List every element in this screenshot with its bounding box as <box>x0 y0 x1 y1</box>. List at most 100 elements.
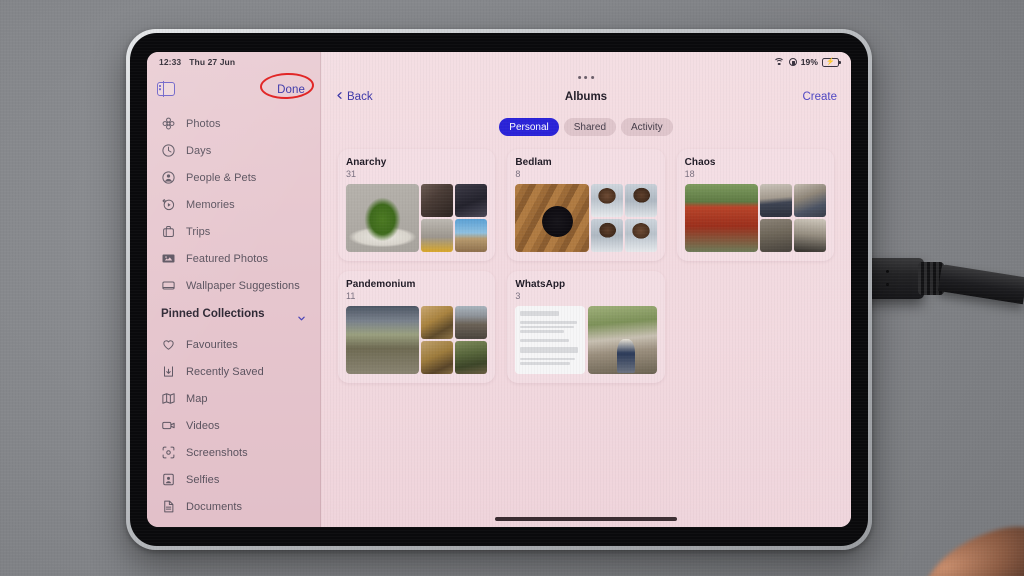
tab-personal[interactable]: Personal <box>499 118 559 136</box>
segmented-control: Personal Shared Activity <box>499 118 673 136</box>
sidebar-toolbar: Done <box>147 72 320 104</box>
album-thumb-main <box>684 184 759 252</box>
map-icon <box>161 391 176 406</box>
album-thumb <box>760 184 793 217</box>
sidebar-item-screenshots[interactable]: Screenshots <box>147 439 320 466</box>
wifi-icon <box>773 58 785 66</box>
page-title: Albums <box>564 91 608 103</box>
album-thumb-main <box>346 184 420 252</box>
album-thumb <box>794 219 826 252</box>
album-thumbnails <box>346 306 488 374</box>
album-count: 3 <box>515 291 521 301</box>
sidebar-item-label: Recently Saved <box>186 365 264 378</box>
finger <box>907 511 1024 576</box>
album-card-anarchy[interactable]: Anarchy 31 <box>338 149 496 261</box>
sidebar-item-label: Wallpaper Suggestions <box>186 279 300 292</box>
sliders-icon <box>161 526 176 527</box>
album-thumb-main <box>346 306 420 374</box>
album-thumbnails <box>346 184 488 252</box>
tablet-screen: 12:33 Thu 27 Jun 19% ⚡ Done Photos Days … <box>147 52 851 527</box>
album-thumb-side-grid <box>421 184 488 252</box>
album-thumb <box>587 306 657 374</box>
album-thumbnails <box>515 184 657 252</box>
album-card-bedlam[interactable]: Bedlam 8 <box>507 149 665 261</box>
sidebar-item-videos[interactable]: Videos <box>147 412 320 439</box>
status-time: 12:33 <box>159 57 182 67</box>
sidebar-item-recently-saved[interactable]: Recently Saved <box>147 358 320 385</box>
sidebar-item-photos[interactable]: Photos <box>147 110 320 137</box>
sidebar-item-people-pets[interactable]: People & Pets <box>147 164 320 191</box>
sidebar-item-label: Featured Photos <box>186 252 269 265</box>
album-count: 8 <box>515 169 521 179</box>
sidebar-item-days[interactable]: Days <box>147 137 320 164</box>
album-thumbnails <box>515 306 657 374</box>
sidebar-item-selfies[interactable]: Selfies <box>147 466 320 493</box>
sidebar-item-label: Videos <box>186 419 220 432</box>
clock-icon <box>161 143 176 158</box>
album-card-chaos[interactable]: Chaos 18 <box>676 149 834 261</box>
pinned-collections-header[interactable]: Pinned Collections <box>147 299 320 325</box>
sidebar-item-label: Memories <box>186 198 235 211</box>
album-thumb <box>421 306 454 339</box>
album-title: Pandemonium <box>346 279 416 290</box>
memories-play-icon <box>161 197 176 212</box>
album-thumb <box>455 341 488 374</box>
album-thumb <box>590 219 623 252</box>
sidebar-toggle-icon[interactable] <box>157 81 175 97</box>
sidebar-item-favourites[interactable]: Favourites <box>147 331 320 358</box>
home-indicator[interactable] <box>495 517 677 521</box>
back-label: Back <box>347 91 373 103</box>
chevron-left-icon <box>335 91 344 103</box>
heart-icon <box>161 337 176 352</box>
albums-grid: Anarchy 31 Bedlam 8 Chaos 18 Pandemonium… <box>321 136 851 383</box>
done-button[interactable]: Done <box>274 83 308 97</box>
person-circle-icon <box>161 170 176 185</box>
wallpaper-icon <box>161 278 176 293</box>
album-title: Bedlam <box>515 157 552 168</box>
album-title: Chaos <box>684 157 716 168</box>
video-camera-icon <box>161 418 176 433</box>
pinned-collections-title: Pinned Collections <box>161 308 265 320</box>
album-card-whatsapp[interactable]: WhatsApp 3 <box>507 271 665 383</box>
album-thumb <box>455 219 488 252</box>
album-thumb <box>421 341 454 374</box>
sidebar-item-documents[interactable]: Documents <box>147 493 320 520</box>
tab-activity[interactable]: Activity <box>621 118 673 136</box>
sidebar-item-label: Favourites <box>186 338 238 351</box>
sidebar-item-wallpaper-suggestions[interactable]: Wallpaper Suggestions <box>147 272 320 299</box>
photo-frame-icon <box>161 251 176 266</box>
album-thumb <box>455 306 488 339</box>
status-bar: 12:33 Thu 27 Jun 19% ⚡ <box>147 52 851 72</box>
tablet-device: 12:33 Thu 27 Jun 19% ⚡ Done Photos Days … <box>126 29 872 550</box>
sidebar-item-label: Days <box>186 144 212 157</box>
back-button[interactable]: Back <box>335 91 373 103</box>
sidebar-item-label: People & Pets <box>186 171 257 184</box>
content-navigation-bar: Back Albums Create <box>321 82 851 112</box>
sidebar-item-featured-photos[interactable]: Featured Photos <box>147 245 320 272</box>
sidebar-item-memories[interactable]: Memories <box>147 191 320 218</box>
segmented-control-wrapper: Personal Shared Activity <box>321 118 851 136</box>
album-thumb <box>515 306 585 374</box>
drag-handle-dots-icon[interactable] <box>578 76 594 79</box>
album-card-pandemonium[interactable]: Pandemonium 11 <box>338 271 496 383</box>
sidebar-item-trips[interactable]: Trips <box>147 218 320 245</box>
create-button[interactable]: Create <box>802 91 837 103</box>
sidebar-item-label: Photos <box>186 117 221 130</box>
album-count: 11 <box>346 291 356 301</box>
selfie-icon <box>161 472 176 487</box>
desk-scene: 12:33 Thu 27 Jun 19% ⚡ Done Photos Days … <box>0 0 1024 576</box>
album-count: 18 <box>684 169 695 179</box>
sidebar-item-label: Map <box>186 392 208 405</box>
charging-cable <box>937 264 1024 305</box>
sidebar: Done Photos Days People & Pets Memories … <box>147 52 321 527</box>
tab-shared[interactable]: Shared <box>563 118 617 136</box>
sidebar-item-map[interactable]: Map <box>147 385 320 412</box>
chevron-down-icon[interactable] <box>297 310 306 320</box>
album-thumbnails <box>684 184 826 252</box>
suitcase-icon <box>161 224 176 239</box>
sidebar-item-recently-edited[interactable]: Recently Edited <box>147 520 320 527</box>
sidebar-main-list: Photos Days People & Pets Memories Trips… <box>147 104 320 299</box>
album-title: Anarchy <box>346 157 387 168</box>
album-thumb <box>455 184 488 217</box>
screenshot-icon <box>161 445 176 460</box>
